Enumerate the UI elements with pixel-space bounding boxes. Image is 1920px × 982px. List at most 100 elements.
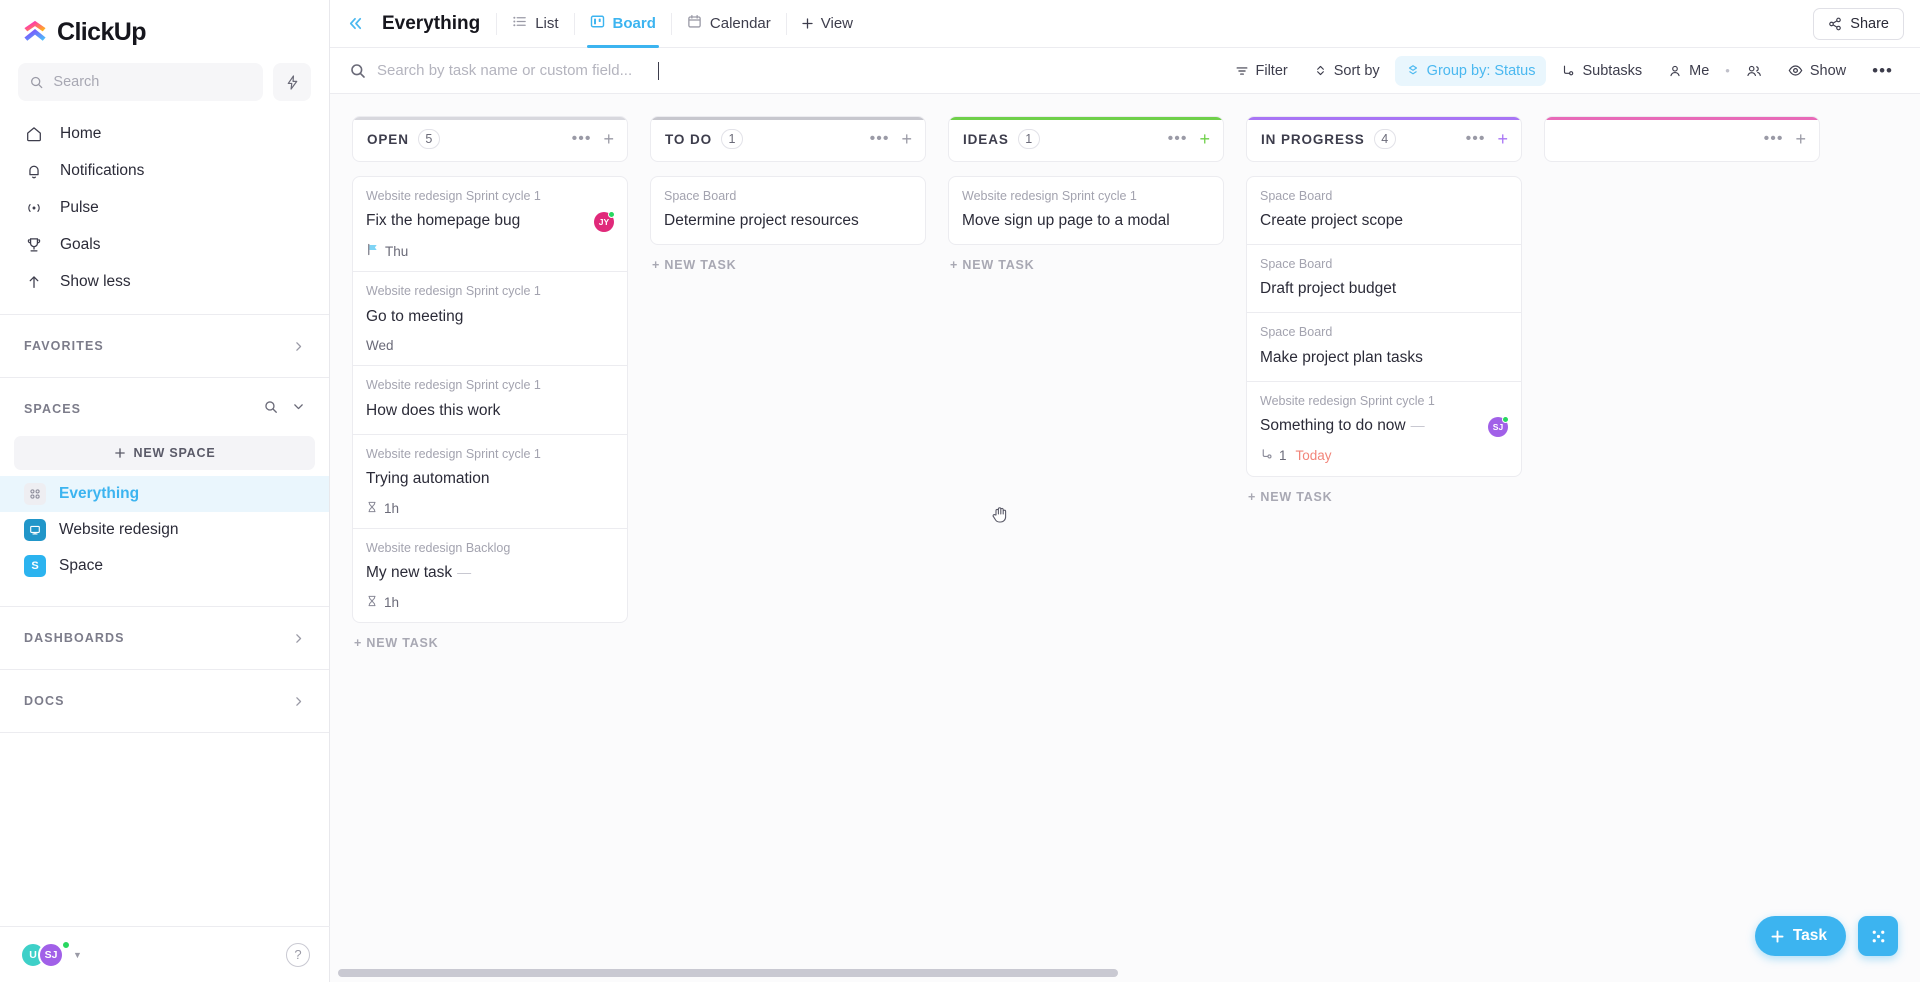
column-header[interactable]: TO DO 1 ••• + bbox=[650, 116, 926, 162]
pulse-icon bbox=[24, 198, 44, 218]
sidebar-section-spaces[interactable]: SPACES bbox=[0, 386, 329, 432]
task-meta-subtask[interactable]: 1 bbox=[1260, 448, 1287, 464]
task-card[interactable]: Website redesign Sprint cycle 1 Go to mee… bbox=[352, 272, 628, 367]
divider bbox=[0, 732, 329, 733]
subtasks-button[interactable]: Subtasks bbox=[1550, 56, 1653, 86]
task-card[interactable]: Website redesign Sprint cycle 1 How does … bbox=[352, 366, 628, 435]
sidebar-item-everything[interactable]: Everything bbox=[0, 476, 329, 512]
sidebar-brand[interactable]: ClickUp bbox=[0, 0, 329, 55]
chevron-down-icon[interactable] bbox=[292, 400, 305, 418]
column-count-badge: 1 bbox=[721, 129, 744, 149]
divider bbox=[0, 377, 329, 378]
task-card[interactable]: Website redesign Backlog My new task — 1h bbox=[352, 528, 628, 623]
tab-list[interactable]: List bbox=[497, 0, 573, 48]
text-cursor bbox=[658, 61, 659, 80]
separator-dot: • bbox=[1725, 63, 1730, 78]
share-button[interactable]: Share bbox=[1813, 7, 1904, 40]
task-card[interactable]: Space Board Draft project budget bbox=[1246, 245, 1522, 314]
list-icon bbox=[512, 14, 527, 33]
tab-calendar[interactable]: Calendar bbox=[672, 0, 786, 48]
sidebar-item-show-less[interactable]: Show less bbox=[0, 263, 329, 300]
column-header[interactable]: IN PROGRESS 4 ••• + bbox=[1246, 116, 1522, 162]
quick-action-button[interactable] bbox=[273, 63, 311, 101]
task-assignee-avatar[interactable]: JY bbox=[594, 211, 615, 233]
task-meta-time[interactable]: 1h bbox=[366, 501, 399, 516]
new-task-fab[interactable]: Task bbox=[1754, 916, 1846, 956]
column-menu-button[interactable]: ••• bbox=[1165, 130, 1191, 148]
task-card[interactable]: Space Board Create project scope bbox=[1246, 176, 1522, 246]
task-card[interactable]: Website redesign Sprint cycle 1 Move sign… bbox=[948, 176, 1224, 246]
task-search-input[interactable] bbox=[377, 62, 647, 79]
task-card[interactable]: Space Board Determine project resources bbox=[650, 176, 926, 246]
task-meta-flag[interactable]: Thu bbox=[366, 243, 408, 259]
task-card-title-row: My new task — bbox=[366, 563, 614, 584]
sidebar-item-pulse[interactable]: Pulse bbox=[0, 189, 329, 226]
new-task-button[interactable]: + NEW TASK bbox=[650, 258, 926, 272]
sidebar-item-notifications[interactable]: Notifications bbox=[0, 152, 329, 189]
filter-button[interactable]: Filter bbox=[1224, 56, 1299, 86]
column-add-task-button[interactable]: + bbox=[1792, 130, 1809, 148]
chevron-down-icon[interactable]: ▼ bbox=[73, 950, 82, 960]
lightning-icon bbox=[287, 74, 297, 90]
assignees-button[interactable] bbox=[1735, 56, 1773, 86]
column-header[interactable]: ••• + bbox=[1544, 116, 1820, 162]
add-view-button[interactable]: View bbox=[787, 15, 867, 32]
task-card[interactable]: Website redesign Sprint cycle 1 Trying au… bbox=[352, 434, 628, 529]
chevron-right-icon[interactable] bbox=[292, 632, 305, 645]
task-assignee-avatar[interactable]: SJ bbox=[1488, 415, 1509, 437]
sort-label: Sort by bbox=[1333, 62, 1380, 79]
column-cards: Website redesign Sprint cycle 1 Fix the h… bbox=[352, 176, 628, 623]
column-add-task-button[interactable]: + bbox=[1196, 130, 1213, 148]
task-search[interactable] bbox=[350, 61, 659, 80]
column-add-task-button[interactable]: + bbox=[898, 130, 915, 148]
column-menu-button[interactable]: ••• bbox=[569, 130, 595, 148]
group-by-button[interactable]: Group by: Status bbox=[1394, 55, 1547, 86]
task-card[interactable]: Website redesign Sprint cycle 1 Fix the h… bbox=[352, 176, 628, 273]
sidebar-item-goals[interactable]: Goals bbox=[0, 226, 329, 263]
sidebar-item-website-redesign[interactable]: Website redesign bbox=[0, 512, 329, 548]
show-button[interactable]: Show bbox=[1777, 56, 1857, 86]
sidebar-section-docs[interactable]: DOCS bbox=[0, 678, 329, 724]
sort-button[interactable]: Sort by bbox=[1303, 56, 1391, 86]
spaces-search-icon[interactable] bbox=[264, 400, 278, 419]
search-input[interactable] bbox=[53, 74, 251, 90]
new-space-button[interactable]: NEW SPACE bbox=[14, 436, 315, 470]
column-cards: Space Board Determine project resources bbox=[650, 176, 926, 246]
task-meta-date[interactable]: Today bbox=[1296, 448, 1332, 463]
task-card[interactable]: Space Board Make project plan tasks bbox=[1246, 313, 1522, 382]
column-header[interactable]: IDEAS 1 ••• + bbox=[948, 116, 1224, 162]
more-options-button[interactable]: ••• bbox=[1861, 56, 1904, 86]
task-card[interactable]: Website redesign Sprint cycle 1 Something… bbox=[1246, 381, 1522, 477]
column-add-task-button[interactable]: + bbox=[1494, 130, 1511, 148]
column-menu-button[interactable]: ••• bbox=[1761, 130, 1787, 148]
column-header[interactable]: OPEN 5 ••• + bbox=[352, 116, 628, 162]
sidebar-search[interactable] bbox=[18, 63, 263, 101]
tab-board[interactable]: Board bbox=[575, 0, 671, 48]
grid-icon bbox=[24, 483, 46, 505]
board-column: ••• + bbox=[1544, 116, 1820, 176]
sidebar-section-favorites[interactable]: FAVORITES bbox=[0, 323, 329, 369]
me-button[interactable]: Me bbox=[1657, 56, 1720, 86]
sidebar-item-home[interactable]: Home bbox=[0, 115, 329, 152]
board-canvas: OPEN 5 ••• + Website redesign Sprint cycle 1… bbox=[330, 94, 1920, 982]
scrollbar-thumb[interactable] bbox=[338, 969, 1118, 977]
column-menu-button[interactable]: ••• bbox=[867, 130, 893, 148]
eye-icon bbox=[1788, 65, 1803, 76]
task-meta-date[interactable]: Wed bbox=[366, 338, 394, 353]
apps-fab[interactable] bbox=[1858, 916, 1898, 956]
sidebar-item-space[interactable]: S Space bbox=[0, 548, 329, 584]
sidebar-section-dashboards[interactable]: DASHBOARDS bbox=[0, 615, 329, 661]
new-task-button[interactable]: + NEW TASK bbox=[948, 258, 1224, 272]
divider bbox=[0, 669, 329, 670]
chevron-right-icon[interactable] bbox=[292, 340, 305, 353]
new-task-button[interactable]: + NEW TASK bbox=[1246, 490, 1522, 504]
help-button[interactable]: ? bbox=[286, 942, 310, 967]
new-task-button[interactable]: + NEW TASK bbox=[352, 636, 628, 650]
user-avatars[interactable]: U SJ ▼ bbox=[20, 940, 82, 968]
horizontal-scrollbar[interactable] bbox=[330, 969, 1920, 977]
column-add-task-button[interactable]: + bbox=[600, 130, 617, 148]
task-meta-time[interactable]: 1h bbox=[366, 595, 399, 610]
chevron-right-icon[interactable] bbox=[292, 695, 305, 708]
collapse-sidebar-button[interactable] bbox=[338, 7, 372, 41]
column-menu-button[interactable]: ••• bbox=[1463, 130, 1489, 148]
